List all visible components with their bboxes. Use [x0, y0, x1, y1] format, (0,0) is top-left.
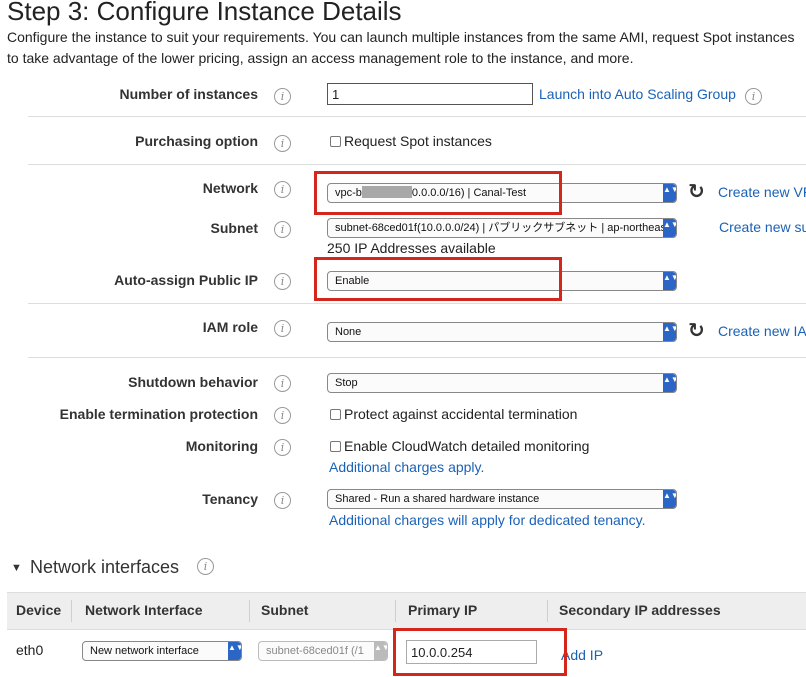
column-network-interface: Network Interface [85, 602, 203, 618]
tenancy-charges-link[interactable]: Additional charges will apply for dedica… [329, 512, 645, 528]
divider [28, 116, 806, 117]
termination-info-icon[interactable]: i [274, 407, 291, 424]
create-subnet-link[interactable]: Create new subnet [719, 219, 806, 235]
select-arrow-icon: ▲▼ [663, 219, 676, 237]
network-highlight-box [314, 171, 562, 215]
select-arrow-icon: ▲▼ [228, 642, 241, 660]
network-label: Network [202, 180, 258, 196]
tenancy-info-icon[interactable]: i [274, 492, 291, 509]
purchasing-info-icon[interactable]: i [274, 135, 291, 152]
monitoring-option[interactable]: Enable CloudWatch detailed monitoring [330, 438, 589, 454]
select-arrow-icon: ▲▼ [663, 323, 676, 341]
public-ip-label: Auto-assign Public IP [114, 272, 258, 288]
row-interface-value: New network interface [90, 645, 199, 657]
subnet-select[interactable]: subnet-68ced01f(10.0.0.0/24) | パブリックサブネッ… [327, 218, 677, 238]
iam-value: None [335, 326, 362, 338]
divider [28, 303, 806, 304]
column-primary-ip: Primary IP [408, 602, 478, 618]
termination-label: Enable termination protection [59, 406, 258, 422]
column-separator [249, 600, 250, 622]
auto-scaling-info-icon[interactable]: i [745, 88, 762, 105]
monitoring-charges-link[interactable]: Additional charges apply. [329, 459, 484, 475]
termination-checkbox-label: Protect against accidental termination [344, 406, 578, 422]
network-info-icon[interactable]: i [274, 181, 291, 198]
network-refresh-icon[interactable]: ↻ [688, 179, 705, 204]
spot-instances-label: Request Spot instances [344, 133, 492, 149]
iam-select[interactable]: None ▲▼ [327, 322, 677, 342]
select-arrow-icon: ▲▼ [663, 184, 676, 202]
subnet-label: Subnet [210, 220, 258, 236]
monitoring-checkbox[interactable] [330, 441, 341, 452]
iam-info-icon[interactable]: i [274, 320, 291, 337]
column-subnet: Subnet [261, 602, 309, 618]
public-ip-highlight-box [314, 257, 562, 301]
divider [28, 164, 806, 165]
purchasing-label: Purchasing option [135, 133, 258, 149]
select-arrow-icon: ▲▼ [374, 642, 387, 660]
divider [28, 357, 806, 358]
row-interface-select[interactable]: New network interface ▲▼ [82, 641, 242, 661]
column-separator [71, 600, 72, 622]
create-vpc-link[interactable]: Create new VPC [718, 184, 806, 200]
subnet-available-ips: 250 IP Addresses available [327, 240, 496, 256]
select-arrow-icon: ▲▼ [663, 272, 676, 290]
instances-input[interactable] [327, 83, 533, 105]
tenancy-select[interactable]: Shared - Run a shared hardware instance … [327, 489, 677, 509]
spot-instances-checkbox[interactable] [330, 136, 341, 147]
shutdown-select[interactable]: Stop ▲▼ [327, 373, 677, 393]
iam-label: IAM role [202, 319, 258, 335]
monitoring-label: Monitoring [185, 438, 258, 454]
column-device: Device [16, 602, 62, 618]
column-secondary-ip: Secondary IP addresses [559, 602, 721, 618]
monitoring-info-icon[interactable]: i [274, 439, 291, 456]
column-separator [547, 600, 548, 622]
auto-scaling-link[interactable]: Launch into Auto Scaling Group [539, 86, 736, 102]
public-ip-info-icon[interactable]: i [274, 273, 291, 290]
instances-info-icon[interactable]: i [274, 88, 291, 105]
subnet-value: subnet-68ced01f(10.0.0.0/24) | パブリックサブネッ… [335, 222, 677, 234]
page-description: Configure the instance to suit your requ… [7, 29, 795, 66]
shutdown-label: Shutdown behavior [128, 374, 258, 390]
select-arrow-icon: ▲▼ [663, 374, 676, 392]
instances-label: Number of instances [119, 86, 258, 102]
termination-checkbox[interactable] [330, 409, 341, 420]
spot-instances-option[interactable]: Request Spot instances [330, 133, 492, 149]
add-ip-link[interactable]: Add IP [561, 647, 603, 663]
tenancy-label: Tenancy [202, 491, 258, 507]
page-title: Step 3: Configure Instance Details [7, 0, 402, 26]
monitoring-checkbox-label: Enable CloudWatch detailed monitoring [344, 438, 590, 454]
subnet-info-icon[interactable]: i [274, 221, 291, 238]
tenancy-value: Shared - Run a shared hardware instance [335, 493, 540, 505]
network-interfaces-info-icon[interactable]: i [197, 558, 214, 575]
shutdown-info-icon[interactable]: i [274, 375, 291, 392]
termination-option[interactable]: Protect against accidental termination [330, 406, 577, 422]
select-arrow-icon: ▲▼ [663, 490, 676, 508]
column-separator [395, 600, 396, 622]
primary-ip-highlight-box [393, 628, 567, 676]
collapse-icon[interactable]: ▼ [11, 562, 22, 574]
create-iam-link[interactable]: Create new IAM role [718, 323, 806, 339]
row-device: eth0 [16, 642, 44, 658]
iam-refresh-icon[interactable]: ↻ [688, 318, 705, 343]
network-interfaces-title: Network interfaces [30, 557, 180, 577]
row-subnet-value: subnet-68ced01f (/1 [266, 645, 364, 657]
row-subnet-select: subnet-68ced01f (/1 ▲▼ [258, 641, 388, 661]
shutdown-value: Stop [335, 377, 358, 389]
